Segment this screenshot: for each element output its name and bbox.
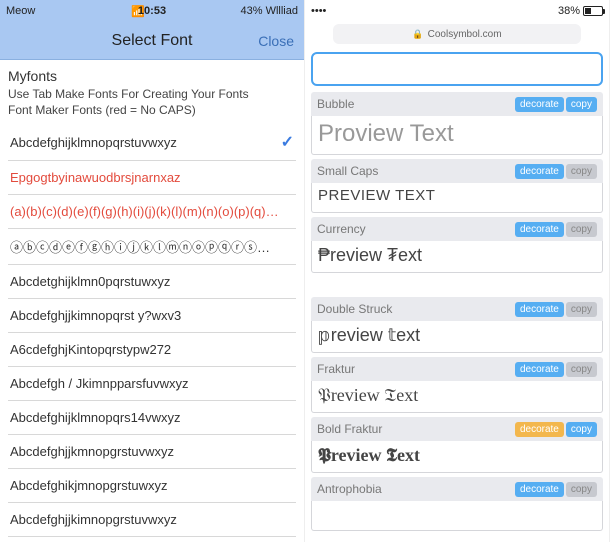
styles-container: BubbledecoratecopyProview TextSmall Caps… (305, 48, 609, 539)
right-phone: •••• 10:57 38% 🔒 Coolsymbol.com Bubble de… (305, 0, 610, 542)
style-preview[interactable]: PREVIEW TEXT (311, 183, 603, 213)
copy-button[interactable]: copy (566, 302, 597, 317)
decorate-button[interactable]: decorate (515, 164, 564, 179)
decorate-button[interactable]: decorate (515, 222, 564, 237)
font-row[interactable]: Abcdefgh / Jkimnpparsfuvwxyz (8, 367, 296, 401)
font-row[interactable]: Abcdefghjjkimnopgrstuvwxyz (8, 503, 296, 537)
copy-button[interactable]: copy (566, 422, 597, 437)
font-sample: A6cdefghjKintopqrstypw272 (10, 342, 171, 357)
decorate-button[interactable]: decorate (515, 362, 564, 377)
copy-button[interactable]: copy (566, 222, 597, 237)
style-name: Antrophobia (317, 482, 382, 496)
status-time: 10:53 (0, 5, 304, 17)
style-header: Double Struck decoratecopy (311, 297, 603, 321)
search-input[interactable] (311, 52, 603, 86)
decorate-button[interactable]: decorate (515, 482, 564, 497)
style-name: Bubble (317, 97, 354, 111)
style-name: Double Struck (317, 302, 392, 316)
style-block: Bubble decoratecopy Proview Text (311, 92, 603, 155)
style-preview[interactable]: ₱review ₮ext (311, 241, 603, 273)
style-name: Bold Fraktur (317, 422, 382, 436)
battery-text-right: 38% (558, 5, 580, 17)
font-row[interactable]: Abcdefghjjkmnopgrstuvwxyz (8, 435, 296, 469)
style-header: Fraktur decoratecopy (311, 357, 603, 381)
style-preview[interactable] (311, 501, 603, 531)
signal-icon: •••• (311, 5, 326, 17)
style-block: Double Struck decoratecopy 𝕡review 𝕥ext (311, 297, 603, 353)
close-button[interactable]: Close (258, 33, 294, 49)
nav-title: Select Font (112, 32, 193, 50)
font-row[interactable]: Abcdefghikjmnopgrstuwxyz (8, 469, 296, 503)
font-sample: Abcdefghikjmnopgrstuwxyz (10, 478, 168, 493)
style-name: Currency (317, 222, 366, 236)
url-text: Coolsymbol.com (428, 29, 502, 40)
font-row[interactable]: ⓐⓑⓒⓓⓔⓕⓖⓗⓘⓙⓚⓛⓜⓝⓞⓟⓠⓡⓢⓣⓤ… (8, 229, 296, 265)
lock-icon: 🔒 (412, 29, 423, 40)
style-header: Currency decoratecopy (311, 217, 603, 241)
style-block: Bold Fraktur decoratecopy 𝕻review 𝕿ext (311, 417, 603, 473)
font-row[interactable]: Epgogtbyinawuodbrsjnarnxaz (8, 161, 296, 195)
copy-button[interactable]: copy (566, 482, 597, 497)
style-block: Small Caps decoratecopy PREVIEW TEXT (311, 159, 603, 213)
style-header: Small Caps decoratecopy (311, 159, 603, 183)
style-block: Antrophobia decoratecopy (311, 477, 603, 531)
battery-icon (583, 6, 603, 16)
font-row[interactable]: Abcdefghjjkimnopqrst y?wxv3 (8, 299, 296, 333)
status-bar-right: •••• 10:57 38% (305, 0, 609, 22)
font-row[interactable]: A6cdefghjKintopqrstypw272 (8, 333, 296, 367)
style-name: Fraktur (317, 362, 355, 376)
font-sample: Abcdetghijklmn0pqrstuwxyz (10, 274, 170, 289)
font-row[interactable]: Abcdetghijklmn0pqrstuwxyz (8, 265, 296, 299)
font-sample: Abcdefghijklmnopqrs14vwxyz (10, 410, 181, 425)
font-sample: (a)(b)(c)(d)(e)(f)(g)(h)(i)(j)(k)(l)(m)(… (10, 204, 280, 219)
decorate-button[interactable]: decorate (515, 422, 564, 437)
style-header: Antrophobia decoratecopy (311, 477, 603, 501)
style-name: Small Caps (317, 164, 378, 178)
font-sample: Abcdefghjjkimnopqrst y?wxv3 (10, 308, 181, 323)
style-preview[interactable]: 𝔓review 𝔗ext (311, 381, 603, 413)
font-sample: Epgogtbyinawuodbrsjnarnxaz (10, 170, 181, 185)
style-header: Bubble decoratecopy (311, 92, 603, 116)
font-row[interactable]: Abcdefghijklmnopqrstuvwxyz (8, 124, 296, 161)
font-sample: Abcdefghjjkmnopgrstuvwxyz (10, 444, 174, 459)
copy-button[interactable]: copy (566, 97, 597, 112)
font-row[interactable]: Abcdefghijklmnopqrs14vwxyz (8, 401, 296, 435)
style-block: Fraktur decoratecopy 𝔓review 𝔗ext (311, 357, 603, 413)
nav-header: Select Font Close (0, 22, 304, 60)
style-preview[interactable]: 𝕻review 𝕿ext (311, 441, 603, 473)
font-sample: Abcdefghjjkimnopgrstuvwxyz (10, 512, 177, 527)
left-phone: Meow 📶 10:53 43% Wllliad Select Font Clo… (0, 0, 305, 542)
decorate-button[interactable]: decorate (515, 97, 564, 112)
font-sample: Abcdefgh / Jkimnpparsfuvwxyz (10, 376, 188, 391)
style-preview[interactable]: 𝕡review 𝕥ext (311, 321, 603, 353)
copy-button[interactable]: copy (566, 164, 597, 179)
font-sample: Abcdefghijklmnopqrstuvwxyz (10, 135, 177, 150)
style-header: Bold Fraktur decoratecopy (311, 417, 603, 441)
style-block: Currency decoratecopy ₱review ₮ext (311, 217, 603, 273)
url-bar[interactable]: 🔒 Coolsymbol.com (333, 24, 581, 44)
section-subtitle: Use Tab Make Fonts For Creating Your Fon… (8, 86, 296, 118)
font-row[interactable]: (a)(b)(c)(d)(e)(f)(g)(h)(i)(j)(k)(l)(m)(… (8, 195, 296, 229)
decorate-button[interactable]: decorate (515, 302, 564, 317)
style-preview[interactable]: Proview Text (311, 116, 603, 155)
font-sample: ⓐⓑⓒⓓⓔⓕⓖⓗⓘⓙⓚⓛⓜⓝⓞⓟⓠⓡⓢⓣⓤ… (10, 237, 280, 256)
font-list-container: Myfonts Use Tab Make Fonts For Creating … (0, 60, 304, 537)
section-title: Myfonts (8, 68, 296, 84)
status-bar-left: Meow 📶 10:53 43% Wllliad (0, 0, 304, 22)
copy-button[interactable]: copy (566, 362, 597, 377)
